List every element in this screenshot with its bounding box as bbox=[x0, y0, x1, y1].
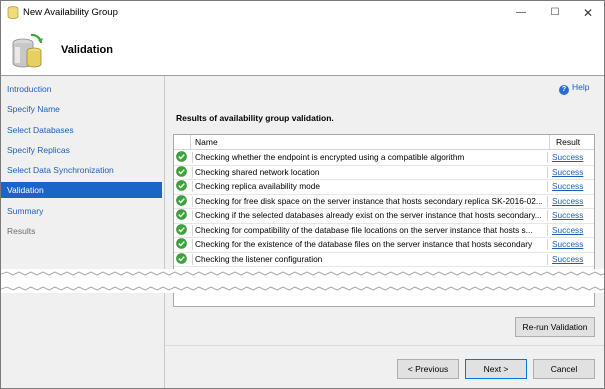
cancel-button[interactable]: Cancel bbox=[533, 359, 595, 379]
sidebar-lower bbox=[1, 293, 165, 388]
success-check-icon bbox=[176, 238, 187, 249]
close-button[interactable]: ✕ bbox=[571, 1, 604, 25]
check-name-cell: Checking shared network location bbox=[192, 166, 548, 178]
wizard-header: Validation bbox=[1, 25, 604, 76]
help-label: Help bbox=[572, 82, 590, 92]
result-link[interactable]: Success bbox=[552, 254, 583, 264]
table-row[interactable]: Checking the listener configuration Succe… bbox=[174, 252, 594, 267]
title-bar: New Availability Group — ☐ ✕ bbox=[1, 1, 604, 25]
check-name-cell: Checking replica availability mode bbox=[192, 181, 548, 192]
result-link[interactable]: Success bbox=[552, 181, 583, 191]
success-check-icon bbox=[176, 252, 187, 264]
result-link[interactable]: Success bbox=[552, 210, 583, 220]
page-title: Validation bbox=[61, 44, 113, 56]
check-name-cell: Checking for the existence of the databa… bbox=[192, 239, 548, 250]
table-row[interactable]: Checking shared network location Success bbox=[174, 165, 594, 180]
rerun-validation-button[interactable]: Re-run Validation bbox=[515, 317, 595, 337]
sidebar-item-select-databases[interactable]: Select Databases bbox=[1, 122, 162, 138]
wizard-footer: Re-run Validation < Previous Next > Canc… bbox=[1, 293, 604, 388]
table-row[interactable]: Checking whether the endpoint is encrypt… bbox=[174, 150, 594, 166]
table-row[interactable]: Checking if the selected databases alrea… bbox=[174, 208, 594, 224]
torn-edge bbox=[1, 269, 604, 293]
availability-group-icon bbox=[12, 33, 43, 68]
check-name-cell: Checking for free disk space on the serv… bbox=[192, 195, 548, 207]
header-divider bbox=[549, 135, 550, 149]
sidebar-item-validation[interactable]: Validation bbox=[1, 182, 162, 198]
sidebar-item-introduction[interactable]: Introduction bbox=[1, 81, 162, 97]
success-check-icon bbox=[176, 194, 187, 206]
sidebar-item-results: Results bbox=[7, 226, 36, 236]
maximize-button[interactable]: ☐ bbox=[538, 1, 572, 25]
success-check-icon bbox=[176, 209, 187, 220]
database-app-icon bbox=[7, 6, 19, 19]
sidebar-item-specify-name[interactable]: Specify Name bbox=[1, 101, 162, 117]
main-panel: ? Help Results of availability group vali… bbox=[165, 76, 604, 272]
result-link[interactable]: Success bbox=[552, 239, 583, 249]
table-row[interactable]: Checking for the existence of the databa… bbox=[174, 237, 594, 253]
success-check-icon bbox=[176, 223, 187, 235]
success-check-icon bbox=[176, 165, 187, 177]
check-name-cell: Checking whether the endpoint is encrypt… bbox=[192, 152, 548, 163]
check-name-cell: Checking the listener configuration bbox=[192, 253, 548, 265]
check-name-cell: Checking if the selected databases alrea… bbox=[192, 210, 548, 221]
validation-results-grid: Name Result Checking whether the endpoin… bbox=[173, 134, 595, 272]
minimize-button[interactable]: — bbox=[504, 1, 538, 25]
header-divider bbox=[190, 135, 191, 149]
sidebar-item-select-data-synchronization[interactable]: Select Data Synchronization bbox=[1, 162, 162, 178]
table-row[interactable]: Checking replica availability mode Succes… bbox=[174, 179, 594, 195]
previous-button[interactable]: < Previous bbox=[397, 359, 459, 379]
sidebar-item-summary[interactable]: Summary bbox=[1, 203, 162, 219]
table-row[interactable]: Checking for compatibility of the databa… bbox=[174, 223, 594, 238]
help-icon: ? bbox=[559, 85, 569, 95]
grid-header: Name Result bbox=[174, 135, 594, 150]
result-link[interactable]: Success bbox=[552, 196, 583, 206]
new-availability-group-window: New Availability Group — ☐ ✕ Validation … bbox=[0, 0, 605, 389]
result-link[interactable]: Success bbox=[552, 152, 583, 162]
sidebar-item-specify-replicas[interactable]: Specify Replicas bbox=[1, 142, 162, 158]
help-link[interactable]: ? Help bbox=[559, 82, 589, 95]
success-check-icon bbox=[176, 151, 187, 162]
success-check-icon bbox=[176, 180, 187, 191]
result-link[interactable]: Success bbox=[552, 167, 583, 177]
result-link[interactable]: Success bbox=[552, 225, 583, 235]
results-heading: Results of availability group validation… bbox=[176, 113, 334, 123]
next-button[interactable]: Next > bbox=[465, 359, 527, 379]
column-header-result[interactable]: Result bbox=[556, 137, 580, 147]
window-title: New Availability Group bbox=[23, 7, 118, 18]
validation-results-grid-bottom bbox=[173, 293, 595, 307]
wizard-steps-sidebar: Introduction Specify Name Select Databas… bbox=[1, 76, 165, 272]
column-header-name[interactable]: Name bbox=[195, 137, 218, 147]
check-name-cell: Checking for compatibility of the databa… bbox=[192, 224, 548, 236]
table-row[interactable]: Checking for free disk space on the serv… bbox=[174, 194, 594, 209]
footer-divider bbox=[165, 345, 604, 346]
